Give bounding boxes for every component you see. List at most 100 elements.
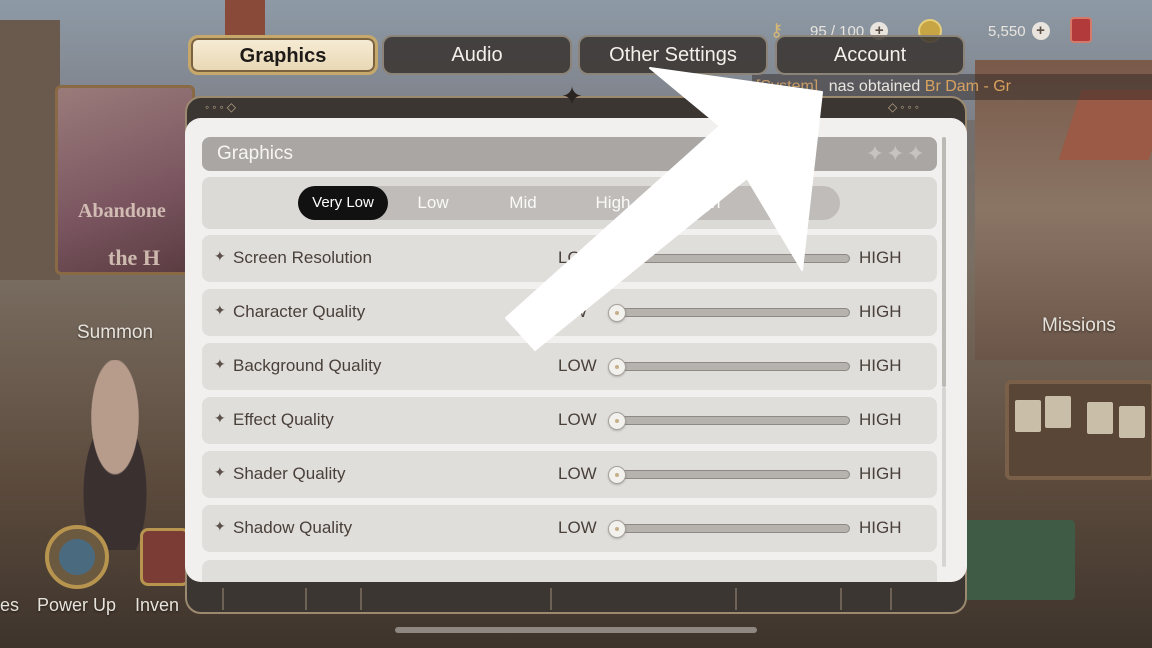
slider-high-label: HIGH (859, 356, 902, 375)
frame-ornament-left: ◦◦◦◇ (205, 100, 239, 114)
quality-preset-row: Very Low Low Mid High High tom (202, 177, 937, 229)
power-up-label[interactable]: Power Up (37, 595, 116, 616)
tab-audio[interactable]: Audio (382, 35, 572, 75)
board-note (1119, 406, 1145, 438)
star-icon: ✦ (214, 248, 226, 264)
footer-divider (735, 588, 737, 610)
footer-divider (305, 588, 307, 610)
slider-low-label: LOW (558, 464, 597, 483)
slider-thumb[interactable] (608, 466, 626, 484)
tab-label: Graphics (239, 45, 327, 67)
graphics-settings-panel: Graphics ✦✦✦ Very Low Low Mid High High … (185, 118, 967, 582)
preset-high[interactable]: High (568, 186, 658, 220)
panel-footer-strip (190, 584, 962, 612)
preset-custom[interactable]: tom (748, 186, 838, 220)
preset-very-high[interactable]: High (658, 186, 748, 220)
scrollbar-track[interactable] (942, 387, 946, 567)
roof (225, 0, 265, 40)
side-menu-label[interactable]: es (0, 595, 19, 616)
footer-divider (890, 588, 892, 610)
star-icon: ✦ (214, 410, 226, 426)
tab-other-settings[interactable]: Other Settings (578, 35, 768, 75)
star-icon: ✦ (214, 356, 226, 372)
gold-value: 5,550 (988, 22, 1026, 40)
star-icon: ✦ (214, 518, 226, 534)
slider-high-label: HIGH (859, 302, 902, 321)
frame-ornament-right: ◇◦◦◦ (888, 100, 922, 114)
setting-row-partial (202, 560, 937, 582)
board-note (1015, 400, 1041, 432)
setting-label: Background Quality (233, 356, 382, 375)
setting-row: ✦ Effect Quality LOW HIGH (202, 397, 937, 444)
slider-high-label: HIGH (859, 410, 902, 429)
section-title: Graphics (217, 143, 294, 164)
slider-thumb[interactable] (608, 304, 626, 322)
preset-very-low[interactable]: Very Low (298, 186, 388, 220)
home-indicator[interactable] (395, 627, 757, 633)
gem-icon[interactable] (1070, 17, 1092, 43)
footer-divider (840, 588, 842, 610)
summon-label[interactable]: Summon (77, 322, 153, 344)
table (955, 520, 1075, 600)
setting-row: ✦ Shader Quality LOW HIGH (202, 451, 937, 498)
setting-label: Character Quality (233, 302, 366, 321)
slider-thumb[interactable] (608, 412, 626, 430)
tab-label: Other Settings (609, 44, 737, 66)
power-up-icon[interactable] (45, 525, 109, 589)
setting-row: ✦ Background Quality LOW HIGH (202, 343, 937, 390)
poster-title-line2: the H (108, 245, 160, 270)
slider-low-label: OW (558, 302, 588, 321)
poster-title-line1: Abandone (78, 200, 166, 222)
board-note (1045, 396, 1071, 428)
tab-account[interactable]: Account (775, 35, 965, 75)
chat-item-name: Br Dam - Gr (924, 78, 1011, 95)
chat-message-text: nas obtained (828, 78, 921, 95)
slider-thumb[interactable] (608, 358, 626, 376)
setting-row: ✦ Shadow Quality LOW HIGH (202, 505, 937, 552)
missions-label[interactable]: Missions (1042, 315, 1116, 337)
setting-label: Screen Resolution (233, 248, 372, 267)
slider-low-label: LOW (558, 410, 597, 429)
slider-thumb[interactable] (608, 250, 626, 268)
board-note (1087, 402, 1113, 434)
slider-low-label: LOW (558, 518, 597, 537)
slider-low-label: LOW (558, 356, 597, 375)
quality-slider[interactable] (608, 358, 850, 376)
inventory-icon[interactable] (140, 528, 190, 586)
sparkle-icon: ✦✦✦ (865, 141, 927, 166)
mission-board[interactable] (1005, 380, 1152, 480)
diamond-ornament-icon: ✦ (561, 81, 583, 111)
preset-mid[interactable]: Mid (478, 186, 568, 220)
inventory-label[interactable]: Inven (135, 595, 179, 616)
footer-divider (360, 588, 362, 610)
section-header: Graphics ✦✦✦ (202, 137, 937, 171)
slider-high-label: HIGH (859, 248, 902, 267)
quality-slider[interactable] (608, 304, 850, 322)
quality-preset-group: Very Low Low Mid High High tom (298, 186, 840, 220)
star-icon: ✦ (214, 464, 226, 480)
quality-slider[interactable] (608, 466, 850, 484)
system-tag: [System] (756, 78, 819, 95)
slider-thumb[interactable] (608, 520, 626, 538)
quality-slider[interactable] (608, 520, 850, 538)
footer-divider (550, 588, 552, 610)
quality-slider[interactable] (608, 250, 850, 268)
tab-graphics[interactable]: Graphics (188, 35, 378, 75)
setting-label: Effect Quality (233, 410, 334, 429)
character-figure (60, 360, 170, 550)
setting-row: ✦ Screen Resolution LO HIGH (202, 235, 937, 282)
slider-high-label: HIGH (859, 518, 902, 537)
tab-label: Audio (451, 44, 503, 66)
tower (0, 20, 60, 280)
slider-low-label: LO (558, 248, 581, 267)
setting-label: Shader Quality (233, 464, 346, 483)
quality-slider[interactable] (608, 412, 850, 430)
star-icon: ✦ (214, 302, 226, 318)
setting-row: ✦ Character Quality OW HIGH (202, 289, 937, 336)
footer-divider (222, 588, 224, 610)
scrollbar-thumb[interactable] (942, 137, 946, 387)
add-gold-button[interactable]: + (1031, 22, 1050, 40)
preset-low[interactable]: Low (388, 186, 478, 220)
tab-label: Account (833, 44, 907, 66)
slider-high-label: HIGH (859, 464, 902, 483)
